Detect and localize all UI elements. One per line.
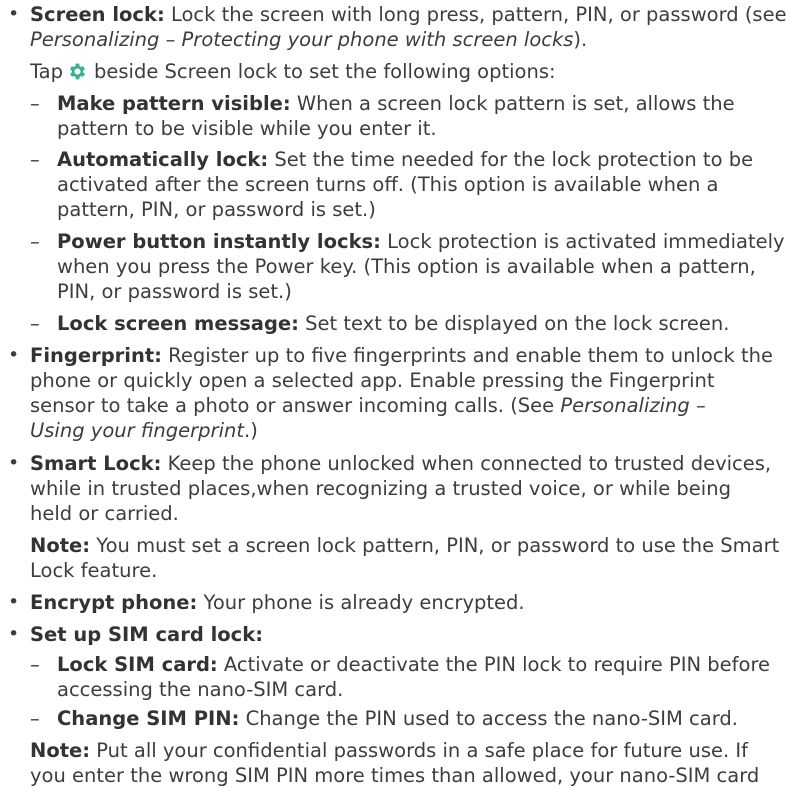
option-line: Lock SIM card: Activate or deactivate th…	[57, 652, 810, 677]
dash-marker: –	[30, 653, 40, 676]
option-make-pattern-visible: – Make pattern visible: When a screen lo…	[30, 91, 810, 141]
option-text: pattern, PIN, or password is set.)	[57, 198, 376, 221]
note-label: Note:	[30, 739, 91, 762]
option-text: when you press the Power key. (This opti…	[57, 255, 756, 278]
dash-marker: –	[30, 230, 40, 253]
fingerprint-text: Register up to five fingerprints and ena…	[161, 344, 774, 367]
option-power-button-instantly-locks: – Power button instantly locks: Lock pro…	[30, 229, 810, 304]
bullet-marker: •	[8, 452, 20, 474]
option-text: When a screen lock pattern is set, allow…	[290, 92, 735, 115]
option-text: accessing the nano-SIM card.	[57, 678, 344, 701]
smart-lock-text: while in trusted places,when recognizing…	[30, 477, 731, 500]
encrypt-line: Encrypt phone: Your phone is already enc…	[30, 590, 810, 615]
option-text: Change the PIN used to access the nano-S…	[239, 707, 738, 730]
dash-marker: –	[30, 312, 40, 335]
fingerprint-text: sensor to take a photo or answer incomin…	[30, 394, 561, 417]
fingerprint-text: .)	[244, 419, 258, 442]
bullet-marker: •	[8, 591, 20, 613]
dash-marker: –	[30, 707, 40, 730]
option-title: Lock screen message:	[57, 312, 299, 335]
option-title: Lock SIM card:	[57, 653, 218, 676]
smart-lock-line: Smart Lock: Keep the phone unlocked when…	[30, 451, 810, 476]
manual-page: • Screen lock: Lock the screen with long…	[0, 0, 810, 787]
fingerprint-line: Fingerprint: Register up to five fingerp…	[30, 343, 810, 368]
option-lock-sim-card: – Lock SIM card: Activate or deactivate …	[30, 652, 810, 702]
note-text: Lock feature.	[30, 559, 158, 582]
fingerprint-title: Fingerprint:	[30, 344, 162, 367]
option-text: PIN, or password is set.)	[57, 280, 292, 303]
screen-lock-tap-line: Tap beside Screen lock to set the followi…	[30, 60, 556, 83]
smart-lock-text: held or carried.	[30, 502, 179, 525]
fingerprint-line: sensor to take a photo or answer incomin…	[30, 393, 810, 418]
option-line: Make pattern visible: When a screen lock…	[57, 91, 810, 116]
note-text: Put all your confidential passwords in a…	[90, 739, 749, 762]
fingerprint-text: phone or quickly open a selected app. En…	[30, 369, 715, 392]
option-text: Set text to be displayed on the lock scr…	[298, 312, 730, 335]
settings-gear-icon	[69, 63, 86, 80]
smart-lock-note: Note: You must set a screen lock pattern…	[30, 533, 810, 558]
smart-lock-text: Keep the phone unlocked when connected t…	[161, 452, 772, 475]
option-change-sim-pin: – Change SIM PIN: Change the PIN used to…	[30, 706, 810, 731]
fingerprint-reference: Personalizing –	[560, 394, 706, 417]
fingerprint-reference: Using your fingerprint	[30, 419, 244, 442]
bullet-marker: •	[8, 3, 20, 25]
option-text: Lock protection is activated immediately	[380, 230, 785, 253]
sim-lock-note: Note: Put all your confidential password…	[30, 738, 810, 788]
sim-lock-line: Set up SIM card lock:	[30, 622, 810, 647]
option-title: Power button instantly locks:	[57, 230, 381, 253]
bullet-marker: •	[8, 344, 20, 366]
note-line: Note: Put all your confidential password…	[30, 738, 810, 763]
option-title: Change SIM PIN:	[57, 707, 240, 730]
screen-lock-line-2: Personalizing – Protecting your phone wi…	[30, 28, 588, 51]
smart-lock-title: Smart Lock:	[30, 452, 162, 475]
fingerprint-line: Using your fingerprint.)	[30, 418, 810, 443]
screen-lock-line-1: Screen lock: Lock the screen with long p…	[30, 3, 787, 26]
encrypt-title: Encrypt phone:	[30, 591, 198, 614]
screen-lock-reference: Personalizing – Protecting your phone wi…	[30, 28, 574, 51]
note-text: you enter the wrong SIM PIN more times t…	[30, 764, 760, 787]
sim-lock-title: Set up SIM card lock:	[30, 623, 263, 646]
dash-marker: –	[30, 92, 40, 115]
option-text: activated after the screen turns off. (T…	[57, 173, 719, 196]
option-line: Change SIM PIN: Change the PIN used to a…	[57, 706, 810, 731]
bullet-marker: •	[8, 623, 20, 645]
note-text: You must set a screen lock pattern, PIN,…	[90, 534, 780, 557]
option-automatically-lock: – Automatically lock: Set the time neede…	[30, 147, 810, 222]
note-label: Note:	[30, 534, 91, 557]
option-line: Automatically lock: Set the time needed …	[57, 147, 810, 172]
option-title: Make pattern visible:	[57, 92, 291, 115]
encrypt-text: Your phone is already encrypted.	[197, 591, 525, 614]
option-text: Set the time needed for the lock protect…	[268, 148, 754, 171]
option-lock-screen-message: – Lock screen message: Set text to be di…	[30, 311, 810, 336]
option-text: pattern to be visible while you enter it…	[57, 117, 437, 140]
option-line: Power button instantly locks: Lock prote…	[57, 229, 810, 254]
option-line: Lock screen message: Set text to be disp…	[57, 311, 810, 336]
option-text: Activate or deactivate the PIN lock to r…	[217, 653, 771, 676]
option-title: Automatically lock:	[57, 148, 269, 171]
screen-lock-title: Screen lock:	[30, 3, 165, 26]
dash-marker: –	[30, 148, 40, 171]
